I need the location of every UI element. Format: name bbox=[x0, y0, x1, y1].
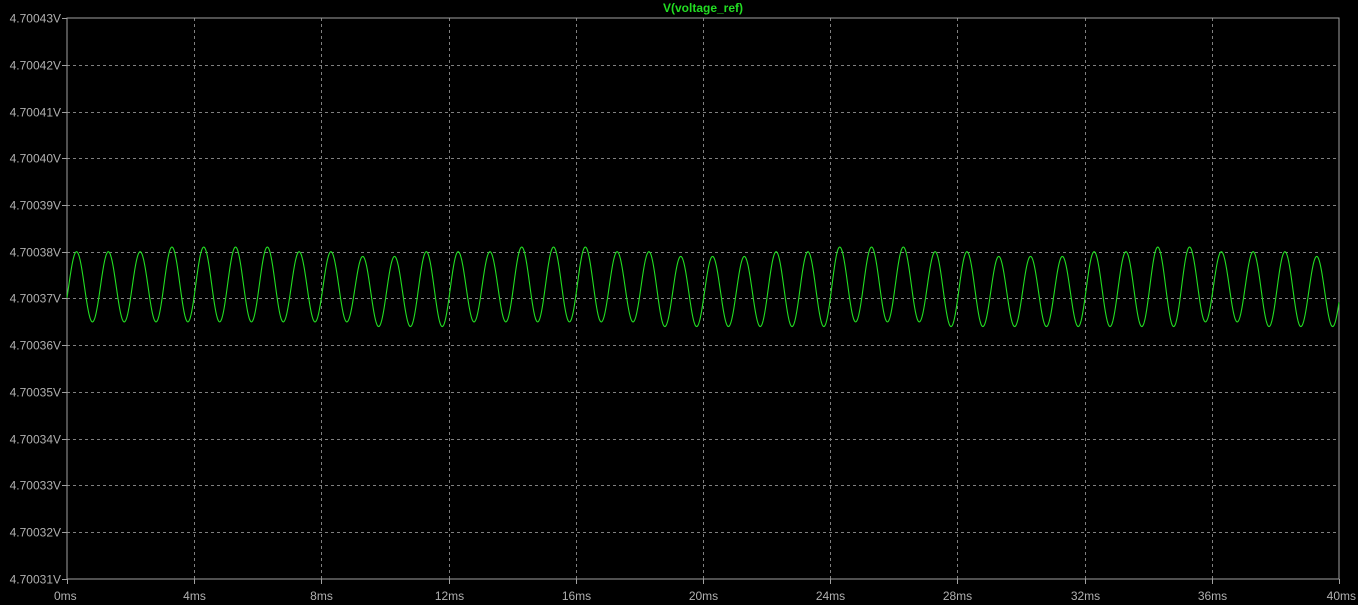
x-tick-label: 32ms bbox=[1071, 589, 1100, 603]
y-tick-label: 4.70043V bbox=[10, 12, 61, 26]
x-tick-label: 0ms bbox=[54, 589, 77, 603]
y-tick-label: 4.70032V bbox=[10, 526, 61, 540]
y-tick-label: 4.70039V bbox=[10, 199, 61, 213]
x-tick-label: 28ms bbox=[943, 589, 972, 603]
x-tick-label: 20ms bbox=[689, 589, 718, 603]
x-tick-label: 12ms bbox=[435, 589, 464, 603]
y-tick-label: 4.70031V bbox=[10, 573, 61, 587]
y-tick-label: 4.70034V bbox=[10, 433, 61, 447]
x-tick-label: 36ms bbox=[1198, 589, 1227, 603]
y-tick-label: 4.70036V bbox=[10, 339, 61, 353]
x-tick-label: 4ms bbox=[183, 589, 206, 603]
y-tick-label: 4.70042V bbox=[10, 59, 61, 73]
x-tick-label: 40ms bbox=[1327, 589, 1356, 603]
y-tick-label: 4.70037V bbox=[10, 292, 61, 306]
x-tick-label: 24ms bbox=[816, 589, 845, 603]
y-tick-label: 4.70033V bbox=[10, 479, 61, 493]
plot-background bbox=[0, 0, 1358, 605]
y-tick-label: 4.70035V bbox=[10, 386, 61, 400]
waveform-plot[interactable]: 4.70043V 4.70042V 4.70041V 4.70040V 4.70039V… bbox=[0, 0, 1358, 605]
x-tick-label: 8ms bbox=[310, 589, 333, 603]
y-tick-label: 4.70038V bbox=[10, 246, 61, 260]
y-tick-label: 4.70041V bbox=[10, 106, 61, 120]
x-tick-label: 16ms bbox=[562, 589, 591, 603]
y-tick-label: 4.70040V bbox=[10, 152, 61, 166]
trace-title[interactable]: V(voltage_ref) bbox=[663, 1, 743, 15]
